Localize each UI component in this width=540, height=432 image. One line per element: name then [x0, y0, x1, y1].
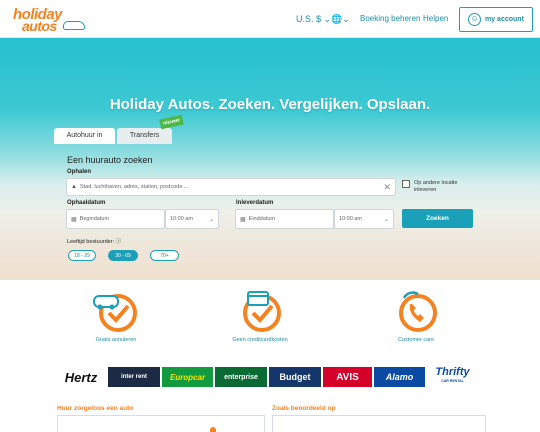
pickup-label: Ophalen — [67, 169, 92, 175]
brand-interrent: inter rent — [108, 367, 160, 387]
feature-label: Geen creditcardkosten — [232, 337, 288, 343]
phone-support-icon — [399, 291, 437, 332]
globe-icon: 🌐 — [331, 14, 343, 24]
chevron-down-icon: ⌄ — [323, 14, 332, 24]
return-date-label: Inleverdatum — [236, 200, 274, 206]
feature-label: Customer care — [397, 337, 435, 343]
info-icon[interactable]: ⓘ — [116, 239, 122, 245]
pickup-time-value: 10:00 am — [170, 216, 193, 222]
age-option-30-69[interactable]: 30 - 69 — [108, 250, 138, 261]
brand-thrifty: Thrifty CAR RENTAL — [427, 367, 478, 387]
return-time-select[interactable]: 10:00 am ⌄ — [334, 209, 394, 229]
tab-transfers[interactable]: Transfers — [117, 128, 172, 144]
calendar-icon: ▦ — [71, 216, 77, 223]
pickup-date-input[interactable]: ▦ Begindatum — [66, 209, 165, 229]
chevron-down-icon: ⌄ — [383, 216, 389, 223]
search-button[interactable]: Zoeken — [402, 209, 473, 228]
brand-enterprise: enterprise — [215, 367, 267, 387]
driver-age-text: Leeftijd bestuurder: — [67, 239, 115, 245]
return-time-value: 10:00 am — [339, 216, 362, 222]
language-selector[interactable]: 🌐⌄ — [331, 14, 350, 25]
hero-title: Holiday Autos. Zoeken. Vergelijken. Opsl… — [109, 96, 431, 113]
pickup-location-input[interactable]: ▲ Stad, luchthaven, adres, station, post… — [66, 178, 396, 196]
carousel-indicator — [210, 427, 216, 432]
search-form-title: Een huurauto zoeken — [67, 155, 153, 165]
manage-booking-link[interactable]: Boeking beheren — [360, 14, 421, 23]
section-title-rent: Huur zorgeloos een auto — [57, 405, 134, 412]
age-option-18-29[interactable]: 18 - 29 — [68, 250, 96, 261]
pickup-time-select[interactable]: 10:00 am ⌄ — [165, 209, 219, 229]
chevron-down-icon: ⌄ — [342, 14, 350, 24]
pickup-placeholder: Stad, luchthaven, adres, station, postco… — [79, 184, 189, 190]
feature-free-cancellation: Gratis annuleren — [61, 288, 171, 343]
clear-icon[interactable]: ✕ — [383, 182, 391, 193]
currency-selector[interactable]: U.S. $ ⌄ — [296, 14, 331, 25]
help-link[interactable]: Helpen — [423, 14, 448, 23]
feature-customer-care: Customer care — [361, 288, 471, 343]
my-account-button[interactable]: ☺ my account — [459, 7, 533, 32]
rating-panel — [272, 415, 486, 432]
calendar-icon: ▦ — [240, 216, 246, 223]
thrifty-name: Thrifty — [435, 366, 470, 378]
return-date-input[interactable]: ▦ Einddatum — [235, 209, 334, 229]
holiday-autos-logo[interactable]: holiday autos — [13, 6, 85, 34]
thrifty-subtitle: CAR RENTAL — [441, 379, 464, 383]
age-option-70-plus[interactable]: 70+ — [150, 250, 179, 261]
driver-age-label: Leeftijd bestuurder: ⓘ — [67, 237, 121, 245]
brand-budget: Budget — [269, 367, 321, 387]
rent-panel — [57, 415, 265, 432]
return-date-value: Einddatum — [248, 216, 275, 222]
brand-europcar: Europcar — [162, 367, 213, 387]
feature-no-card-fees: Geen creditcardkosten — [205, 288, 315, 343]
tab-car-rental[interactable]: Autohuur in — [54, 128, 115, 144]
car-check-icon — [93, 294, 137, 332]
brand-hertz: Hertz — [64, 369, 98, 385]
logo-text-bottom: autos — [22, 18, 57, 34]
brand-logos: Hertz inter rent Europcar enterprise Bud… — [56, 367, 486, 387]
account-label: my account — [485, 16, 524, 23]
other-location-checkbox[interactable] — [402, 180, 410, 188]
car-icon — [63, 21, 85, 30]
currency-label: U.S. $ — [296, 14, 322, 24]
user-icon: ☺ — [468, 13, 481, 26]
header: holiday autos U.S. $ ⌄ 🌐⌄ Boeking behere… — [0, 0, 540, 38]
other-location-label: Op andere locatie inleveren — [414, 180, 458, 193]
pickup-date-label: Ophaaldatum — [67, 200, 106, 206]
chevron-down-icon: ⌄ — [208, 216, 214, 223]
brand-avis: AVIS — [323, 367, 372, 387]
brand-alamo: Alamo — [374, 367, 425, 387]
credit-card-check-icon — [243, 291, 281, 332]
section-title-rated: Zoals beoordeeld op — [272, 405, 336, 412]
pickup-date-value: Begindatum — [79, 216, 110, 222]
feature-label: Gratis annuleren — [95, 337, 137, 343]
warning-icon: ▲ — [71, 184, 77, 190]
